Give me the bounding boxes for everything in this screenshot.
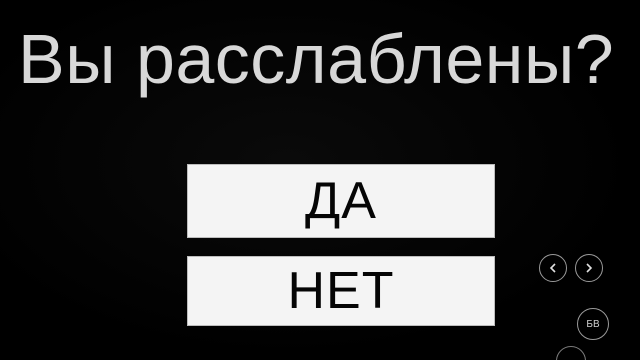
question-title: Вы расслаблены? [18,20,615,98]
next-button[interactable] [575,254,603,282]
answer-no-button[interactable]: НЕТ [187,256,495,326]
bv-button[interactable]: БВ [577,308,609,340]
partial-circle-button[interactable] [556,346,586,360]
bv-label: БВ [586,318,600,330]
chevron-left-icon [549,263,556,273]
previous-button[interactable] [539,254,567,282]
quiz-screen: Вы расслаблены? ДА НЕТ БВ [0,0,640,360]
chevron-right-icon [586,263,593,273]
answer-yes-button[interactable]: ДА [187,164,495,238]
